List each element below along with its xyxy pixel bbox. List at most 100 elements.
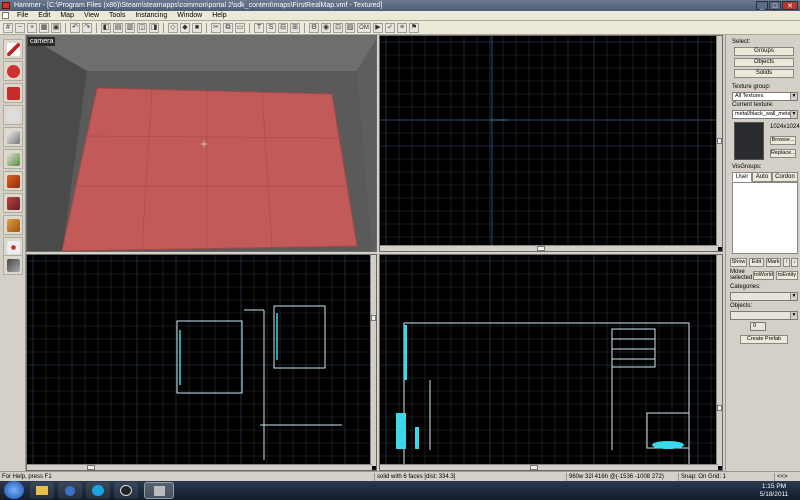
hide-icon[interactable]: ◫	[137, 22, 147, 33]
redo-icon[interactable]: ↷	[82, 22, 92, 33]
camera-viewport[interactable]: camera	[26, 35, 377, 252]
menu-tools[interactable]: Tools	[104, 11, 130, 21]
vertex-tool[interactable]	[3, 237, 23, 257]
3d-grid-icon[interactable]: ▦	[39, 22, 49, 33]
chevron-down-icon[interactable]: ▼	[790, 93, 797, 100]
front-viewport[interactable]	[379, 254, 723, 471]
paste-icon[interactable]: ▭	[235, 22, 245, 33]
path-tool[interactable]	[3, 255, 23, 275]
wireframe-icon[interactable]: ◇	[168, 22, 178, 33]
select-solids-button[interactable]: Solids	[734, 69, 794, 78]
window-title-bar[interactable]: Hammer - [C:\Program Files (x86)\Steam\s…	[0, 0, 800, 11]
block-tool[interactable]	[3, 127, 23, 147]
chevron-down-icon[interactable]: ▼	[790, 111, 797, 118]
close-button[interactable]: ✕	[782, 1, 798, 10]
select-groups-button[interactable]: Groups	[734, 47, 794, 56]
magnify-tool[interactable]	[3, 61, 23, 81]
visgroup-mark-button[interactable]: Mark	[766, 258, 781, 267]
browse-button[interactable]: Browse...	[770, 136, 796, 145]
clip-tool[interactable]	[3, 215, 23, 235]
objects-select[interactable]: ▼	[730, 311, 798, 320]
side-viewport[interactable]	[26, 254, 377, 471]
entity-tool[interactable]	[3, 105, 23, 125]
menu-file[interactable]: File	[12, 11, 33, 21]
cut-icon[interactable]: ✂	[211, 22, 221, 33]
chevron-down-icon[interactable]: ▼	[790, 312, 797, 319]
compile-icon[interactable]: ⚑	[409, 22, 419, 33]
categories-select[interactable]: ▼	[730, 292, 798, 301]
front-viewport-hscroll[interactable]	[380, 464, 718, 470]
flat-icon[interactable]: ◆	[180, 22, 190, 33]
helpers-icon[interactable]: ⚙	[309, 22, 319, 33]
tie-entity-icon[interactable]: ⊟	[278, 22, 288, 33]
create-prefab-button[interactable]: Create Prefab	[740, 335, 788, 344]
texture-preview[interactable]	[734, 122, 764, 160]
steam-taskbar-icon[interactable]	[114, 482, 138, 499]
grid-size-label[interactable]: OM	[357, 22, 371, 33]
scroll-thumb[interactable]	[717, 138, 722, 144]
texture-group-select[interactable]: All Textures ▼	[732, 92, 798, 101]
menu-window[interactable]: Window	[172, 11, 207, 21]
decal-icon[interactable]: ▨	[345, 22, 355, 33]
apply-texture-tool[interactable]	[3, 171, 23, 191]
select-objects-button[interactable]: Objects	[734, 58, 794, 67]
camera-tool[interactable]	[3, 83, 23, 103]
visgroup-up-button[interactable]: ↑	[783, 258, 790, 267]
properties-icon[interactable]: ≡	[397, 22, 407, 33]
scale-lock-icon[interactable]: S	[266, 22, 276, 33]
maximize-button[interactable]: □	[769, 1, 781, 10]
grid-smaller-icon[interactable]: −	[15, 22, 25, 33]
system-clock[interactable]: 1:15 PM 5/18/2011	[754, 483, 794, 498]
check-map-icon[interactable]: ✓	[385, 22, 395, 33]
viewport-label[interactable]: camera	[28, 37, 56, 46]
scroll-thumb[interactable]	[87, 465, 95, 470]
menu-view[interactable]: View	[79, 11, 104, 21]
to-world-icon[interactable]: ⊞	[290, 22, 300, 33]
visgroup-edit-button[interactable]: Edit	[749, 258, 764, 267]
scroll-thumb[interactable]	[537, 246, 545, 251]
visgroup-list[interactable]	[732, 182, 798, 254]
grid-larger-icon[interactable]: +	[27, 22, 37, 33]
top-viewport[interactable]	[379, 35, 723, 252]
grid-toggle-icon[interactable]: #	[3, 22, 13, 33]
scroll-thumb[interactable]	[371, 315, 376, 321]
ungroup-icon[interactable]: ▥	[125, 22, 135, 33]
start-button-icon[interactable]	[4, 481, 24, 499]
instance-icon[interactable]: ⊡	[333, 22, 343, 33]
to-entity-button[interactable]: toEntity	[776, 271, 798, 280]
top-viewport-vscroll[interactable]	[716, 36, 722, 247]
texture-tool[interactable]	[3, 149, 23, 169]
unhide-icon[interactable]: ◨	[149, 22, 159, 33]
visgroup-down-button[interactable]: ↓	[791, 258, 798, 267]
visgroup-show-button[interactable]: Show	[730, 258, 747, 267]
current-texture-select[interactable]: metal/black_wall_metal_0 ▼	[732, 110, 798, 119]
top-viewport-hscroll[interactable]	[380, 245, 718, 251]
decal-tool[interactable]	[3, 193, 23, 213]
tab-auto[interactable]: Auto	[752, 172, 772, 182]
auto-select-icon[interactable]: ▣	[51, 22, 61, 33]
selection-tool[interactable]	[3, 39, 23, 59]
run-map-icon[interactable]: ▶	[373, 22, 383, 33]
texture-lock-icon[interactable]: T	[254, 22, 264, 33]
carve-icon[interactable]: ◧	[101, 22, 111, 33]
scroll-thumb[interactable]	[717, 405, 722, 411]
menu-instancing[interactable]: Instancing	[130, 11, 172, 21]
textured-icon[interactable]: ■	[192, 22, 202, 33]
group-icon[interactable]: ▤	[113, 22, 123, 33]
document-icon[interactable]	[2, 12, 9, 19]
front-viewport-vscroll[interactable]	[716, 255, 722, 466]
hammer-taskbar-icon[interactable]	[144, 482, 174, 499]
tab-cordon[interactable]: Cordon	[772, 172, 798, 182]
replace-button[interactable]: Replace...	[770, 149, 796, 158]
side-viewport-vscroll[interactable]	[370, 255, 376, 466]
menu-edit[interactable]: Edit	[33, 11, 55, 21]
scroll-thumb[interactable]	[530, 465, 538, 470]
menu-help[interactable]: Help	[207, 11, 231, 21]
model-icon[interactable]: ◉	[321, 22, 331, 33]
undo-icon[interactable]: ↶	[70, 22, 80, 33]
copy-icon[interactable]: ⧉	[223, 22, 233, 33]
folder-taskbar-icon[interactable]	[30, 482, 54, 499]
to-world-button[interactable]: toWorld	[753, 271, 774, 280]
tab-user[interactable]: User	[732, 172, 752, 182]
minimize-button[interactable]: _	[756, 1, 768, 10]
